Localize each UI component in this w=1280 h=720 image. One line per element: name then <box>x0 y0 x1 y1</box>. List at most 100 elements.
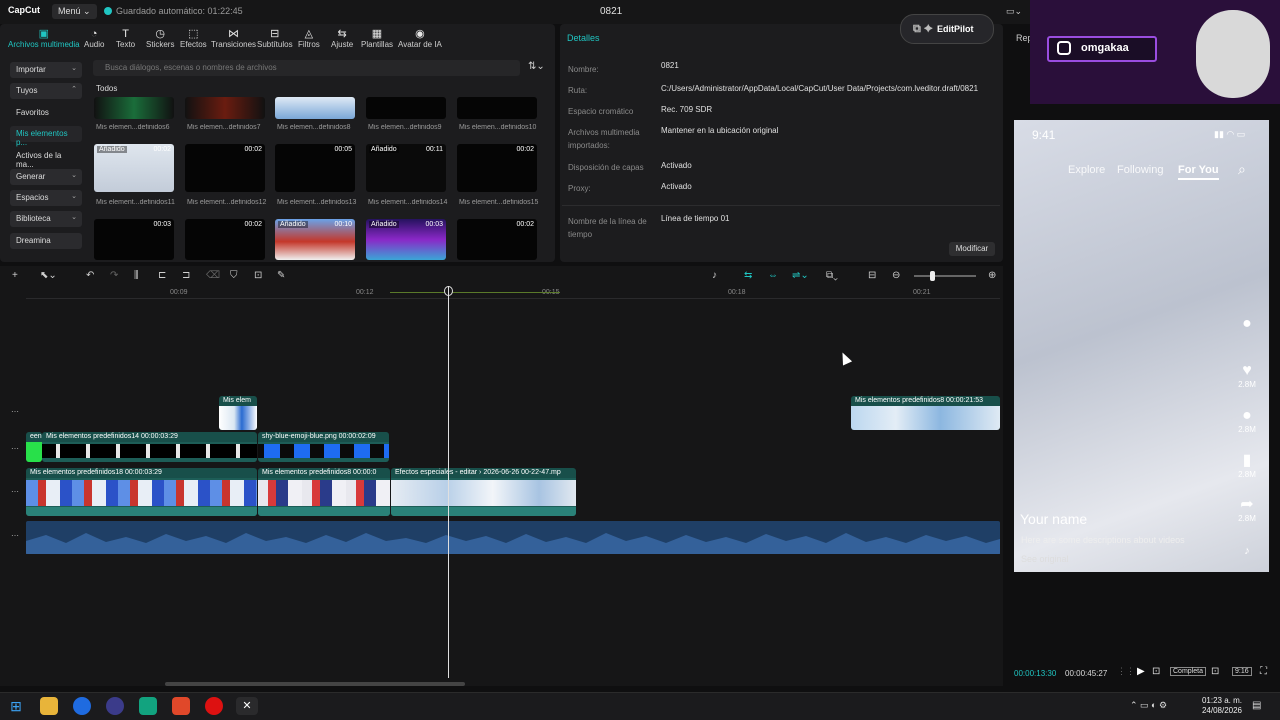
zoom-out-icon[interactable]: ⊖ <box>892 270 900 281</box>
sidebar-item-label: Tuyos <box>16 86 38 95</box>
split-icon[interactable]: ⫼ <box>134 270 139 281</box>
grid-icon[interactable]: ⋮⋮ <box>1117 666 1135 677</box>
media-thumbnail[interactable] <box>185 97 265 119</box>
media-thumbnail[interactable]: Añadido 00:10 <box>275 219 355 260</box>
timeline-clip[interactable]: shy-blue-emoji-blue.png 00:00:02:09 <box>258 432 389 462</box>
add-icon[interactable]: + <box>12 270 18 281</box>
modify-button[interactable]: Modificar <box>949 242 995 256</box>
zoom-slider[interactable] <box>914 275 976 277</box>
playhead[interactable] <box>448 286 449 678</box>
timeline-scrollbar[interactable] <box>165 682 465 686</box>
split-right-icon[interactable]: ⊐ <box>182 270 190 281</box>
timeline-ruler[interactable] <box>26 298 1000 299</box>
track-menu-icon[interactable]: ⋯ <box>11 487 19 496</box>
media-thumbnail[interactable]: 00:05 <box>275 144 355 192</box>
menu-button[interactable]: Menú ⌄ <box>52 4 97 19</box>
clip-thumbnails <box>391 480 576 506</box>
preview-link-icon[interactable]: ⇌⌄ <box>792 270 809 281</box>
timeline-clip[interactable]: Mis elementos predefinidos14 00:00:03:29 <box>42 432 257 462</box>
split-screen-icon[interactable]: ⧉⌄ <box>826 270 838 281</box>
layout-icon[interactable]: ▭⌄ <box>1006 6 1022 17</box>
search-input[interactable]: Busca diálogos, escenas o nombres de arc… <box>93 60 520 76</box>
subtitle-toggle-icon[interactable]: ⊟ <box>868 270 876 281</box>
media-thumbnail[interactable]: 00:02 <box>457 219 537 260</box>
tray-icons[interactable]: ⌃ ▭ ◐ ⚙ <box>1130 700 1167 711</box>
youtube-icon[interactable] <box>205 697 223 715</box>
media-thumbnail[interactable]: 00:02 <box>185 219 265 260</box>
editpilot-button[interactable]: ⧉ ✦ EditPilot <box>900 14 994 44</box>
tab-stickers[interactable]: ◷ Stickers <box>146 28 174 49</box>
chatgpt-icon[interactable] <box>139 697 157 715</box>
sort-icon[interactable]: ⇅⌄ <box>528 61 545 72</box>
timeline-clip[interactable]: Efectos especiales - editar › 2026-06-26… <box>391 468 576 516</box>
crop-icon[interactable]: ⊡ <box>254 270 262 281</box>
sidebar-item-espacios[interactable]: Espacios ⌄ <box>10 190 82 206</box>
aspect-ratio-button[interactable]: 9:16 <box>1232 667 1252 676</box>
sidebar-item-activos[interactable]: Activos de la ma... <box>10 148 82 169</box>
zoom-in-icon[interactable]: ⊕ <box>988 270 996 281</box>
taskbar-clock[interactable]: 01:23 a. m. 24/08/2026 <box>1198 696 1242 716</box>
timeline-clip[interactable]: Mis elementos predefinidos18 00:00:03:29 <box>26 468 257 516</box>
undo-icon[interactable]: ↶ <box>86 270 94 281</box>
sidebar-item-dreamina[interactable]: Dreamina <box>10 233 82 249</box>
track-menu-icon[interactable]: ⋯ <box>11 444 19 453</box>
detail-key: Proxy: <box>568 184 591 193</box>
video-preview[interactable] <box>1014 120 1269 572</box>
media-thumbnail[interactable] <box>94 97 174 119</box>
capcut-icon[interactable]: ✕ <box>236 697 258 715</box>
sidebar-item-tuyos[interactable]: Tuyos ⌃ <box>10 83 82 99</box>
timeline-clip[interactable]: een <box>26 432 42 462</box>
media-thumbnail[interactable]: Añadido 00:03 <box>366 219 446 260</box>
timeline-clip[interactable]: Mis elementos predefinidos8 00:00:21:53 <box>851 396 1000 430</box>
timeline-clip[interactable]: Mis elem <box>219 396 257 430</box>
tab-subtitles[interactable]: ⊟ Subtítulos <box>257 28 293 49</box>
media-thumbnail[interactable] <box>275 97 355 119</box>
tab-filters[interactable]: ◬ Filtros <box>298 28 320 49</box>
link-main-icon[interactable]: ⇆ <box>744 270 752 281</box>
play-button[interactable]: ▶ <box>1137 666 1145 677</box>
tab-effects[interactable]: ⬚ Efectos <box>180 28 207 49</box>
discord-icon[interactable] <box>106 697 124 715</box>
timeline-clip[interactable]: Mis elementos predefinidos8 00:00:0 <box>258 468 390 516</box>
media-thumbnail[interactable]: Añadido 00:02 <box>94 144 174 192</box>
tab-media[interactable]: ▣ Archivos multimedia <box>8 28 80 49</box>
media-thumbnail[interactable]: 00:02 <box>185 144 265 192</box>
tab-avatar[interactable]: ◉ Avatar de IA <box>398 28 442 49</box>
split-left-icon[interactable]: ⊏ <box>158 270 166 281</box>
tab-audio[interactable]: ◔ Audio <box>84 28 104 49</box>
tab-text[interactable]: T Texto <box>116 28 135 49</box>
track-menu-icon[interactable]: ⋯ <box>11 531 19 540</box>
brave-icon[interactable] <box>172 697 190 715</box>
microphone-icon[interactable]: ♪ <box>712 270 717 281</box>
sidebar-item-generar[interactable]: Generar ⌄ <box>10 169 82 185</box>
sidebar-item-importar[interactable]: Importar ⌄ <box>10 62 82 78</box>
media-thumbnail[interactable] <box>366 97 446 119</box>
file-explorer-icon[interactable] <box>40 697 58 715</box>
media-thumbnail[interactable]: 00:03 <box>94 219 174 260</box>
redo-icon[interactable]: ↷ <box>110 270 118 281</box>
magnet-icon[interactable]: ⇔ <box>768 270 778 281</box>
tab-adjust[interactable]: ⇆ Ajuste <box>331 28 353 49</box>
sidebar-item-mis-elementos[interactable]: Mis elementos p... <box>10 126 82 147</box>
fullscreen-icon[interactable]: ⛶ <box>1260 666 1267 677</box>
magic-icon[interactable]: ✎ <box>277 270 285 281</box>
media-thumbnail[interactable]: 00:02 <box>457 144 537 192</box>
chrome-icon[interactable] <box>73 697 91 715</box>
delete-icon[interactable]: ⌫ <box>206 270 220 281</box>
media-thumbnail[interactable]: Añadido 00:11 <box>366 144 446 192</box>
shield-icon[interactable]: ⛉ <box>230 270 238 281</box>
snapshot-icon[interactable]: ⊡ <box>1152 666 1160 677</box>
sidebar-item-biblioteca[interactable]: Biblioteca ⌄ <box>10 211 82 227</box>
windows-start-icon[interactable]: ⊞ <box>7 697 25 715</box>
tab-transitions[interactable]: ⋈ Transiciones <box>211 28 256 49</box>
tab-templates[interactable]: ▦ Plantillas <box>361 28 393 49</box>
notifications-icon[interactable]: ▤ <box>1252 700 1261 711</box>
zoom-slider-handle[interactable] <box>930 271 935 281</box>
sidebar-item-favoritos[interactable]: Favoritos <box>10 105 82 121</box>
media-thumbnail[interactable] <box>457 97 537 119</box>
quality-button[interactable]: Completa <box>1170 667 1206 676</box>
audio-waveform-track[interactable] <box>26 521 1000 554</box>
track-menu-icon[interactable]: ⋯ <box>11 407 19 416</box>
fit-icon[interactable]: ⊡ <box>1211 666 1219 677</box>
select-tool-icon[interactable]: ⬉⌄ <box>40 270 57 281</box>
